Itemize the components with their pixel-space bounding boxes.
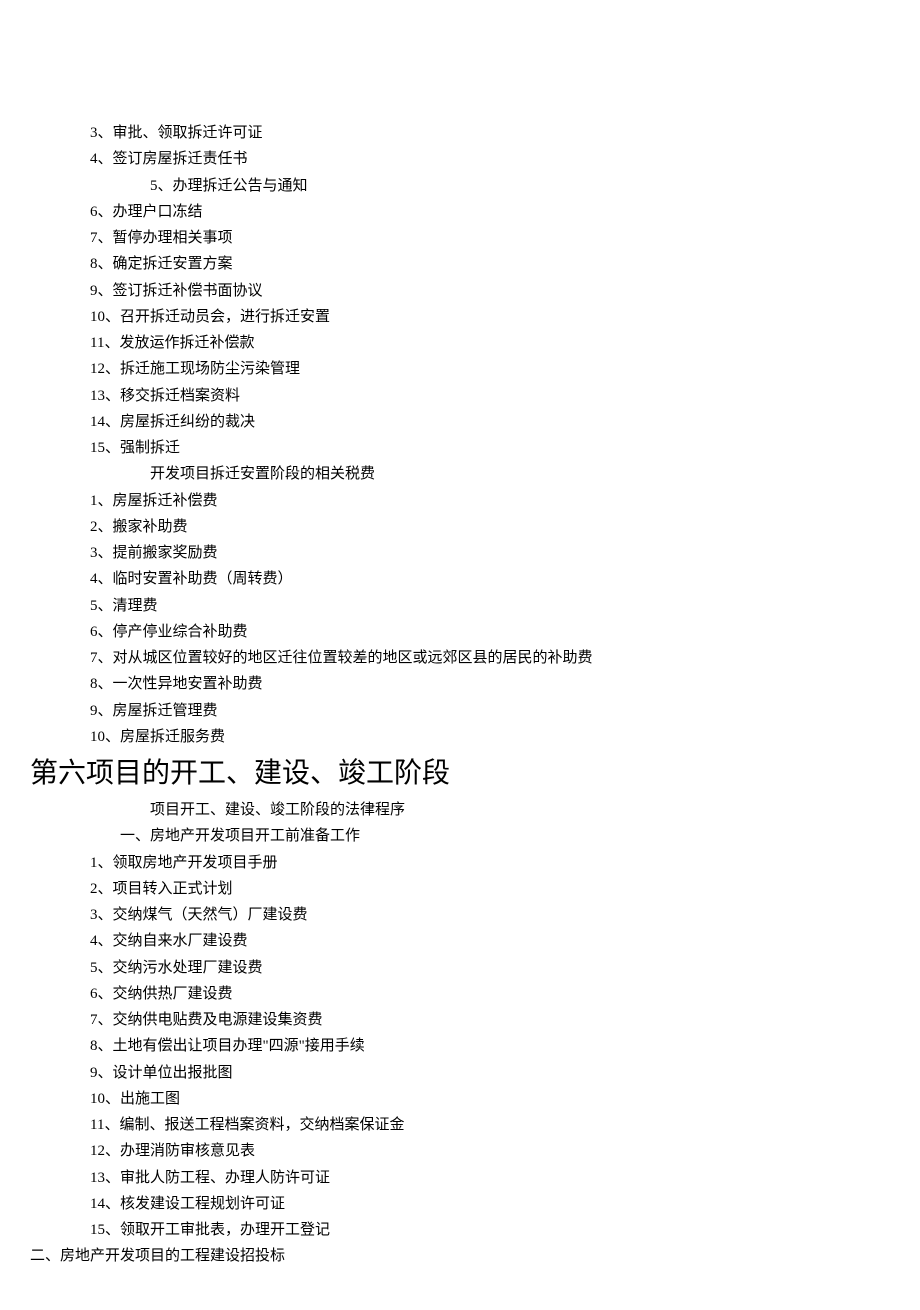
list-item: 2、搬家补助费 — [30, 514, 890, 540]
list-item: 12、拆迁施工现场防尘污染管理 — [30, 356, 890, 382]
list-item: 10、房屋拆迁服务费 — [30, 724, 890, 750]
list-item: 2、项目转入正式计划 — [30, 876, 890, 902]
list-item: 7、暂停办理相关事项 — [30, 225, 890, 251]
list-item: 6、交纳供热厂建设费 — [30, 981, 890, 1007]
list-item: 4、交纳自来水厂建设费 — [30, 928, 890, 954]
list-item: 13、移交拆迁档案资料 — [30, 383, 890, 409]
list-item: 8、确定拆迁安置方案 — [30, 251, 890, 277]
list-item: 12、办理消防审核意见表 — [30, 1138, 890, 1164]
section-subtitle: 一、房地产开发项目开工前准备工作 — [30, 823, 890, 849]
list-item: 10、召开拆迁动员会，进行拆迁安置 — [30, 304, 890, 330]
list-item: 5、办理拆迁公告与通知 — [30, 173, 890, 199]
list-item: 1、领取房地产开发项目手册 — [30, 850, 890, 876]
list-item: 8、土地有偿出让项目办理"四源"接用手续 — [30, 1033, 890, 1059]
list-item: 5、清理费 — [30, 593, 890, 619]
list-item: 13、审批人防工程、办理人防许可证 — [30, 1165, 890, 1191]
list-item: 3、提前搬家奖励费 — [30, 540, 890, 566]
list-item: 6、停产停业综合补助费 — [30, 619, 890, 645]
list-item: 15、强制拆迁 — [30, 435, 890, 461]
list-item: 6、办理户口冻结 — [30, 199, 890, 225]
section-subtitle: 二、房地产开发项目的工程建设招投标 — [30, 1243, 890, 1269]
list-item: 3、交纳煤气（天然气）厂建设费 — [30, 902, 890, 928]
list-item: 3、审批、领取拆迁许可证 — [30, 120, 890, 146]
list-item: 4、临时安置补助费（周转费） — [30, 566, 890, 592]
list-item: 9、房屋拆迁管理费 — [30, 698, 890, 724]
section-subtitle: 开发项目拆迁安置阶段的相关税费 — [30, 461, 890, 487]
list-item: 11、编制、报送工程档案资料，交纳档案保证金 — [30, 1112, 890, 1138]
list-item: 14、房屋拆迁纠纷的裁决 — [30, 409, 890, 435]
list-item: 5、交纳污水处理厂建设费 — [30, 955, 890, 981]
list-item: 14、核发建设工程规划许可证 — [30, 1191, 890, 1217]
list-item: 10、出施工图 — [30, 1086, 890, 1112]
list-item: 15、领取开工审批表，办理开工登记 — [30, 1217, 890, 1243]
list-item: 7、对从城区位置较好的地区迁往位置较差的地区或远郊区县的居民的补助费 — [30, 645, 890, 671]
section-subtitle: 项目开工、建设、竣工阶段的法律程序 — [30, 797, 890, 823]
list-item: 9、设计单位出报批图 — [30, 1060, 890, 1086]
section-heading: 第六项目的开工、建设、竣工阶段 — [30, 754, 890, 793]
list-item: 4、签订房屋拆迁责任书 — [30, 146, 890, 172]
list-item: 7、交纳供电贴费及电源建设集资费 — [30, 1007, 890, 1033]
list-item: 8、一次性异地安置补助费 — [30, 671, 890, 697]
list-item: 9、签订拆迁补偿书面协议 — [30, 278, 890, 304]
list-item: 11、发放运作拆迁补偿款 — [30, 330, 890, 356]
list-item: 1、房屋拆迁补偿费 — [30, 488, 890, 514]
